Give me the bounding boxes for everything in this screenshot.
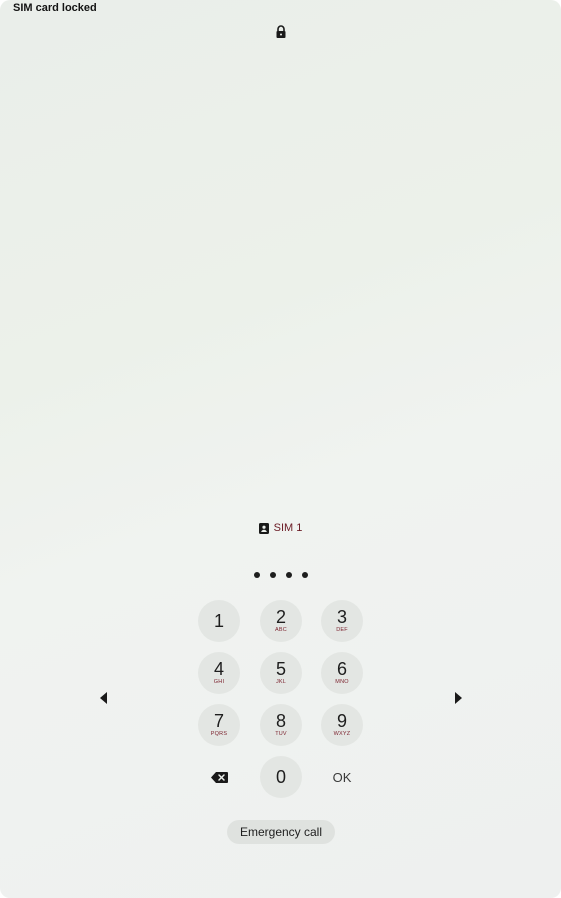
arrow-left-icon[interactable] bbox=[100, 692, 107, 704]
key-9[interactable]: 9 WXYZ bbox=[321, 704, 363, 746]
ok-button[interactable]: OK bbox=[321, 756, 363, 798]
pin-dot bbox=[285, 572, 292, 578]
sim-lock-screen: SIM card locked SIM 1 1 2 ABC 3 DEF 4 GH… bbox=[0, 0, 561, 898]
key-1[interactable]: 1 bbox=[198, 600, 240, 642]
key-7[interactable]: 7 PQRS bbox=[198, 704, 240, 746]
key-0[interactable]: 0 bbox=[260, 756, 302, 798]
pin-dot bbox=[269, 572, 276, 578]
pin-dot bbox=[253, 572, 260, 578]
pin-dot bbox=[301, 572, 308, 578]
arrow-right-icon[interactable] bbox=[455, 692, 462, 704]
sim-indicator: SIM 1 bbox=[0, 522, 561, 534]
sim-card-icon bbox=[258, 522, 269, 534]
key-6[interactable]: 6 MNO bbox=[321, 652, 363, 694]
sim-label-text: SIM 1 bbox=[273, 522, 303, 534]
backspace-icon bbox=[210, 771, 228, 783]
key-8[interactable]: 8 TUV bbox=[260, 704, 302, 746]
emergency-call-label: Emergency call bbox=[239, 825, 323, 839]
delete-button[interactable] bbox=[198, 756, 240, 798]
key-4[interactable]: 4 GHI bbox=[198, 652, 240, 694]
lock-icon bbox=[276, 25, 286, 38]
key-3[interactable]: 3 DEF bbox=[321, 600, 363, 642]
key-2[interactable]: 2 ABC bbox=[260, 600, 302, 642]
key-5[interactable]: 5 JKL bbox=[260, 652, 302, 694]
status-title: SIM card locked bbox=[13, 2, 97, 14]
emergency-call-button[interactable]: Emergency call bbox=[227, 820, 335, 844]
pin-entry-dots bbox=[0, 572, 561, 578]
